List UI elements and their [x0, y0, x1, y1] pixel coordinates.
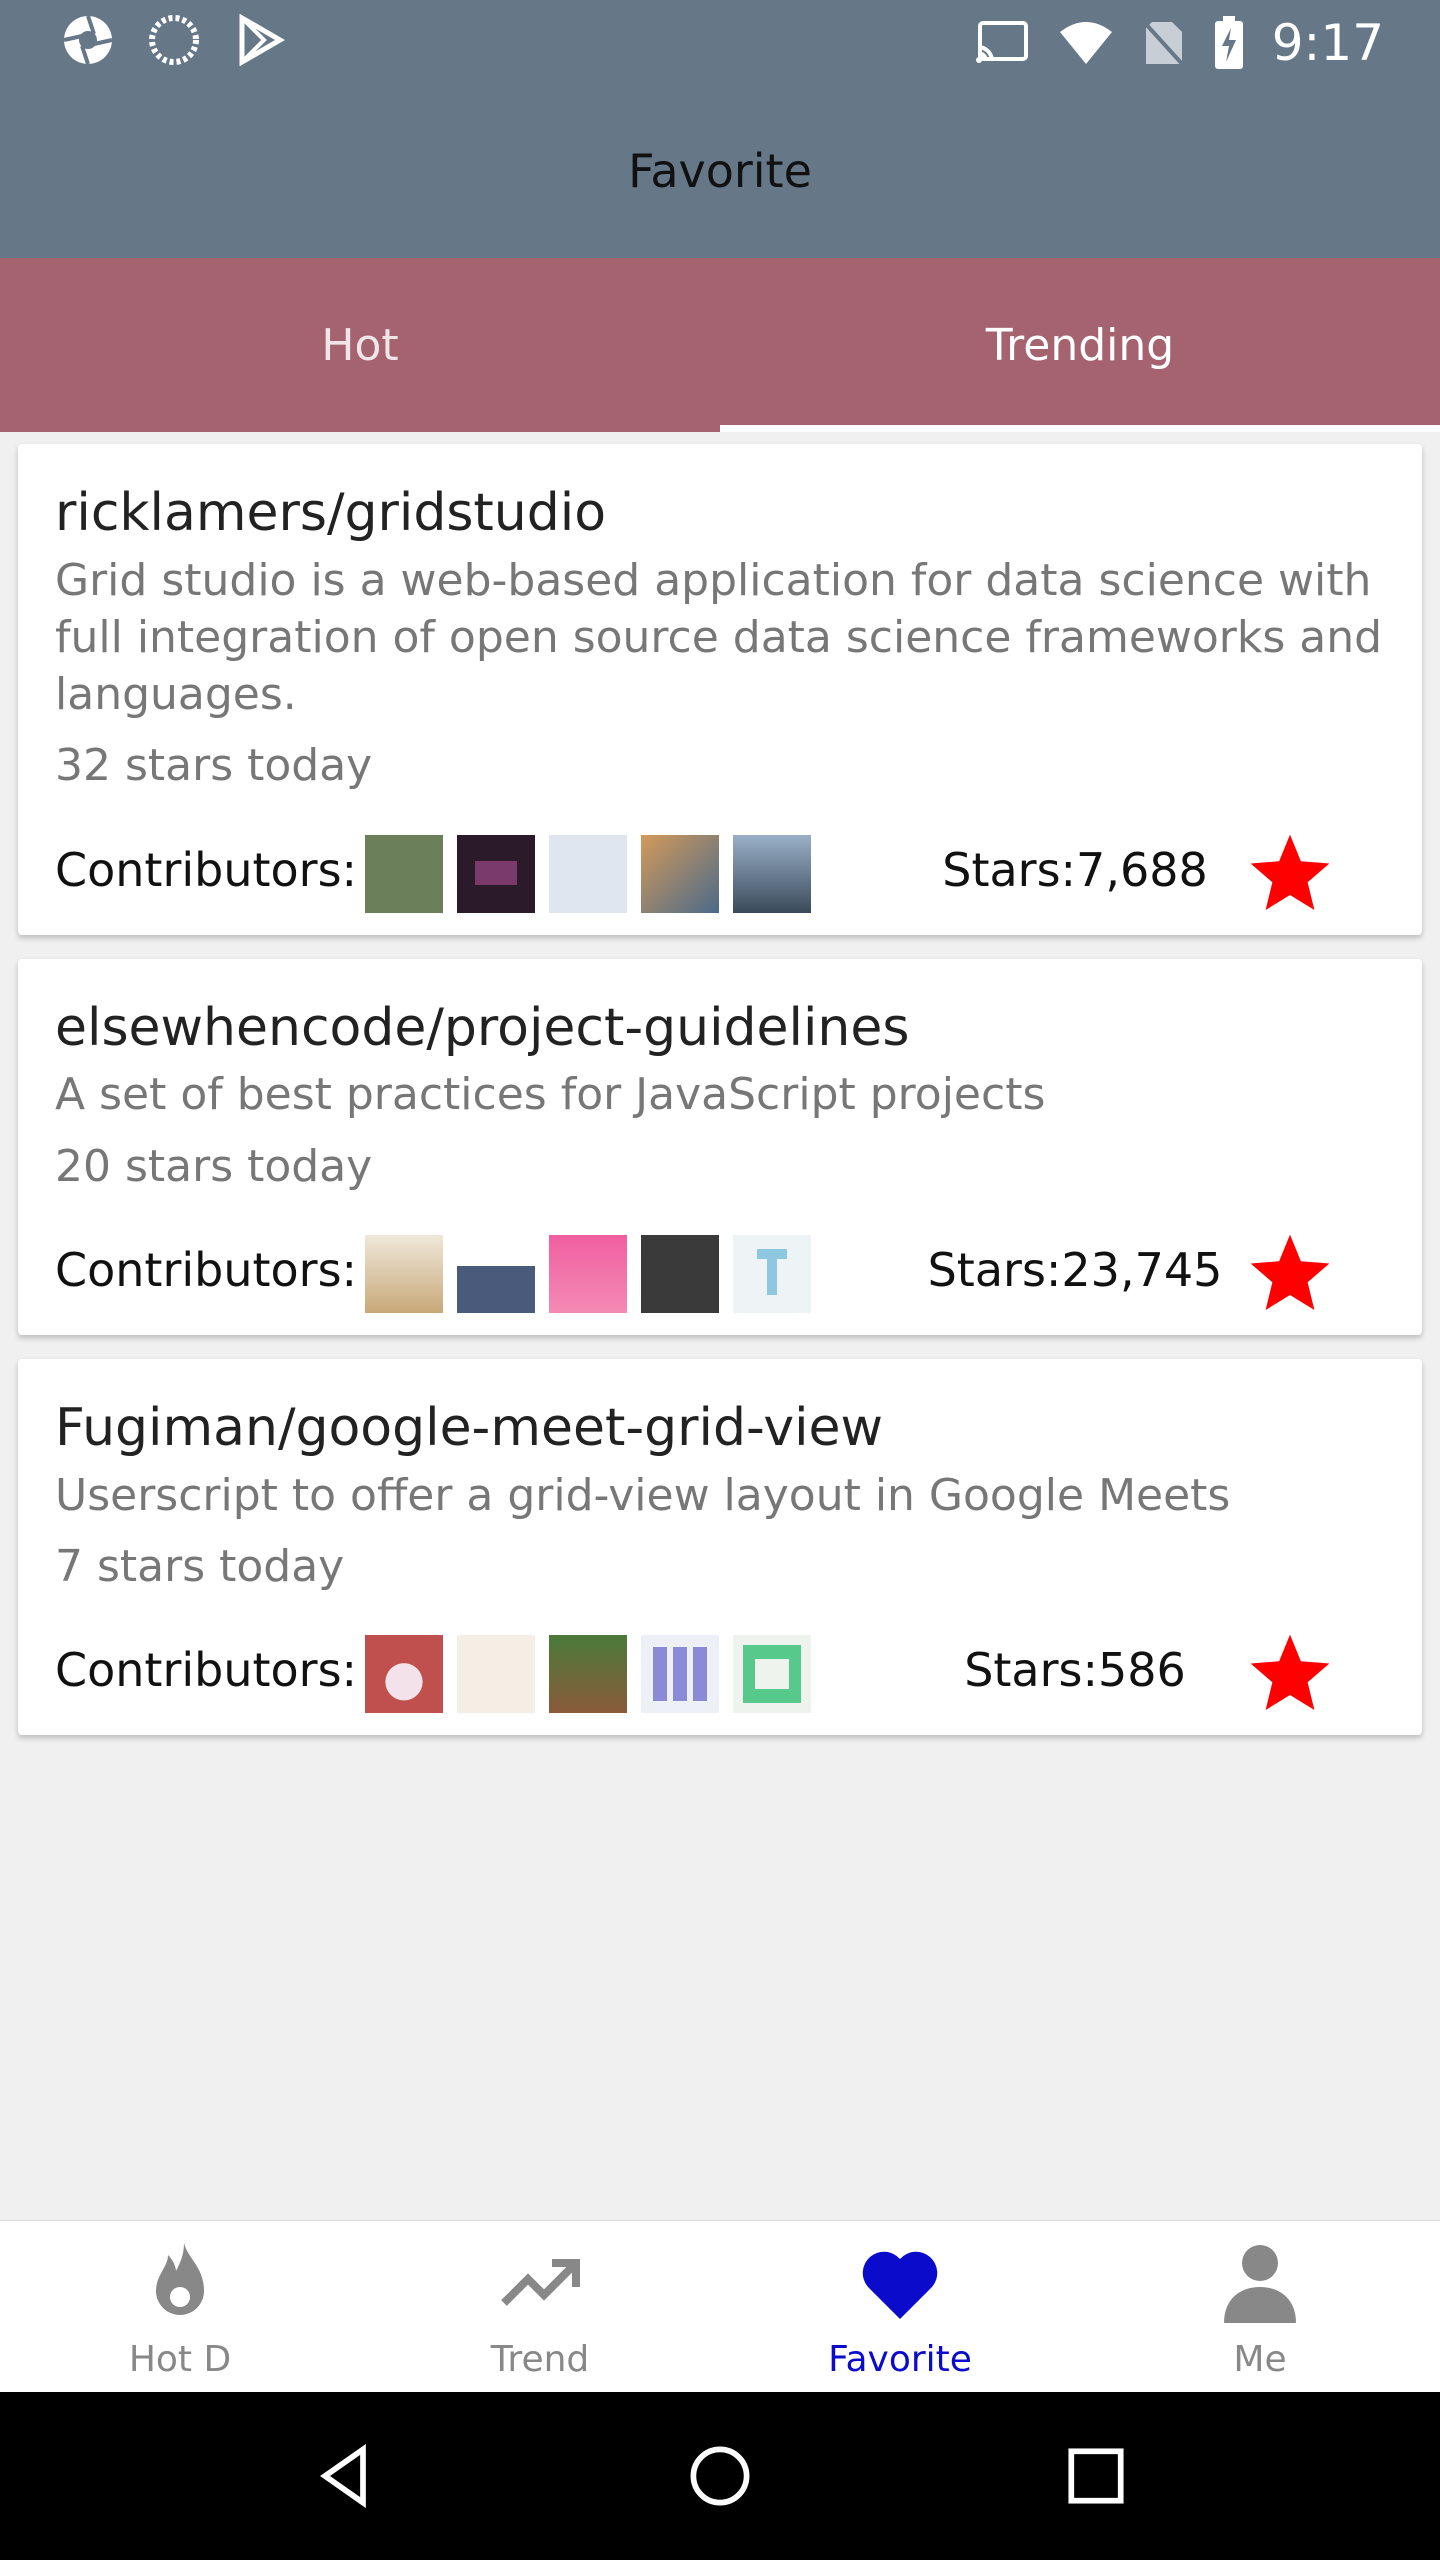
contributor-avatars: [365, 1634, 811, 1713]
tab-trending[interactable]: Trending: [720, 258, 1440, 432]
status-left-icons: [62, 14, 286, 66]
avatar: [641, 1634, 719, 1713]
nav-trend[interactable]: Trend: [360, 2221, 720, 2392]
status-right-icons: 9:17: [974, 14, 1384, 72]
page-title: Favorite: [628, 144, 812, 198]
nav-label: Favorite: [828, 2339, 972, 2380]
repo-name: Fugiman/google-meet-grid-view: [55, 1397, 884, 1458]
heart-icon: [862, 2251, 938, 2319]
repo-list: ricklamers/gridstudio Grid studio is a w…: [18, 444, 1422, 1759]
avatar: [457, 1634, 535, 1713]
wifi-icon: [1059, 22, 1112, 64]
total-stars: Stars:23,745: [927, 1242, 1223, 1297]
trending-up-icon: [501, 2259, 580, 2306]
nav-favorite[interactable]: Favorite: [720, 2221, 1080, 2392]
repo-card[interactable]: Fugiman/google-meet-grid-view Userscript…: [18, 1358, 1422, 1735]
nav-me[interactable]: Me: [1080, 2221, 1440, 2392]
repo-card[interactable]: ricklamers/gridstudio Grid studio is a w…: [18, 444, 1422, 935]
avatar: [549, 1234, 627, 1313]
favorite-star-icon[interactable]: [1245, 829, 1335, 919]
stars-today: 32 stars today: [55, 740, 373, 792]
aperture-icon: [62, 14, 114, 66]
avatar: [733, 834, 811, 913]
card-footer: Contributors: Stars:586: [55, 1595, 1385, 1735]
card-footer: Contributors: Stars:7,688: [55, 795, 1385, 935]
contributor-avatars: [365, 834, 811, 913]
tab-hot[interactable]: Hot: [0, 258, 720, 432]
avatar: [733, 1234, 811, 1313]
stars-today: 20 stars today: [55, 1140, 373, 1192]
nav-label: Me: [1233, 2339, 1287, 2380]
app-bar: Favorite: [0, 84, 1440, 258]
favorite-star-icon[interactable]: [1245, 1229, 1335, 1319]
repo-card[interactable]: elsewhencode/project-guidelines A set of…: [18, 958, 1422, 1335]
avatar: [549, 1634, 627, 1713]
play-store-icon: [234, 14, 286, 66]
sync-icon: [148, 14, 200, 66]
clock: 9:17: [1271, 14, 1384, 72]
flame-icon: [156, 2243, 204, 2315]
no-sim-icon: [1142, 20, 1186, 68]
bottom-navigation: Hot D Trend Favorite Me: [0, 2220, 1440, 2392]
avatar: [365, 834, 443, 913]
repo-name: ricklamers/gridstudio: [55, 483, 607, 543]
status-bar: 9:17: [0, 0, 1440, 84]
cast-icon: [975, 21, 1028, 63]
favorite-star-icon[interactable]: [1245, 1629, 1335, 1719]
contributors-label: Contributors:: [55, 1642, 358, 1697]
total-stars: Stars:7,688: [942, 842, 1208, 897]
repo-description: A set of best practices for JavaScript p…: [55, 1069, 1046, 1121]
stars-today: 7 stars today: [55, 1540, 345, 1592]
avatar: [549, 834, 627, 913]
avatar: [365, 1234, 443, 1313]
avatar: [641, 1234, 719, 1313]
battery-charging-icon: [1214, 16, 1243, 69]
avatar: [457, 834, 535, 913]
avatar: [733, 1634, 811, 1713]
nav-label: Hot D: [128, 2339, 232, 2380]
repo-description: Grid studio is a web-based application f…: [55, 554, 1383, 721]
back-icon[interactable]: [306, 2438, 382, 2514]
top-tabs: Hot Trending: [0, 258, 1440, 432]
contributor-avatars: [365, 1234, 811, 1313]
avatar: [457, 1234, 535, 1313]
recents-icon[interactable]: [1058, 2438, 1134, 2514]
contributors-label: Contributors:: [55, 842, 358, 897]
total-stars: Stars:586: [964, 1642, 1186, 1697]
repo-description: Userscript to offer a grid-view layout i…: [55, 1469, 1231, 1521]
nav-label: Trend: [490, 2339, 590, 2380]
repo-name: elsewhencode/project-guidelines: [55, 997, 910, 1058]
avatar: [641, 834, 719, 913]
person-icon: [1224, 2245, 1296, 2323]
system-nav-bar: [0, 2392, 1440, 2560]
card-footer: Contributors: Stars:23,745: [55, 1195, 1385, 1335]
nav-hot[interactable]: Hot D: [0, 2221, 360, 2392]
avatar: [365, 1634, 443, 1713]
contributors-label: Contributors:: [55, 1242, 358, 1297]
home-icon[interactable]: [682, 2438, 758, 2514]
